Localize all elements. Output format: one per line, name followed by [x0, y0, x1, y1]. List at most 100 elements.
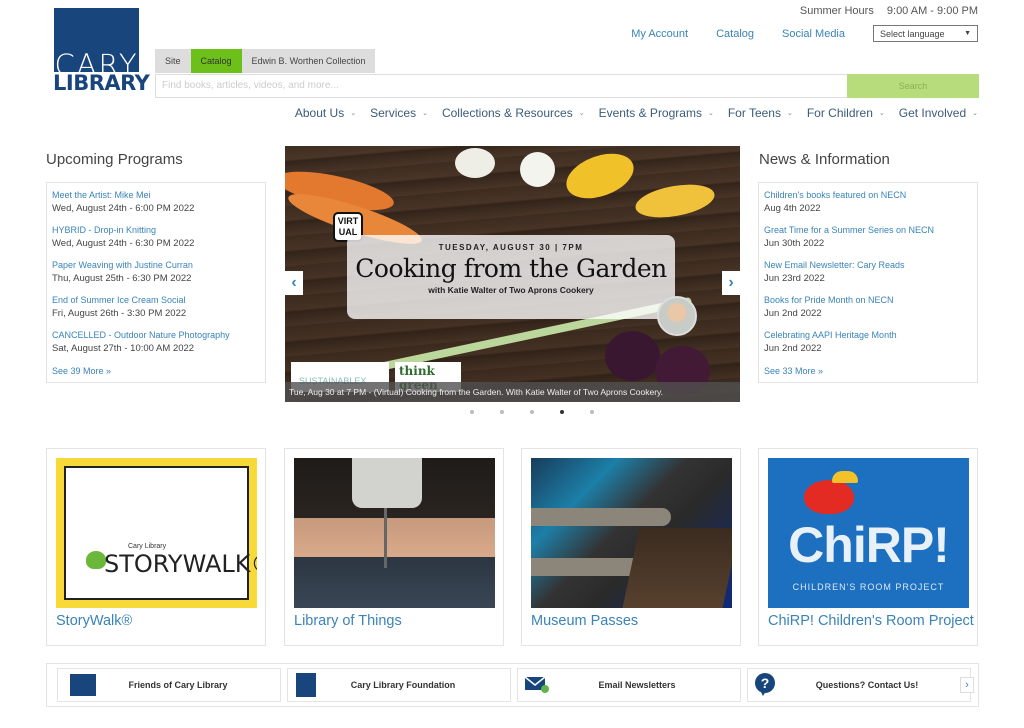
quick-link-contact[interactable]: ? Questions? Contact Us! — [747, 668, 971, 702]
chirp-logo-subtitle: CHILDREN'S ROOM PROJECT — [792, 582, 945, 592]
nav-label: For Teens — [727, 106, 781, 120]
chevron-down-icon: ⌄ — [578, 110, 585, 117]
museum-floor — [622, 528, 732, 608]
upcoming-programs-title: Upcoming Programs — [46, 151, 183, 168]
quick-link-friends[interactable]: Friends of Cary Library — [57, 668, 281, 702]
slide-next-button[interactable]: › — [722, 271, 740, 295]
see-more-news-link[interactable]: See 33 More » — [764, 364, 972, 382]
nav-label: For Children — [806, 106, 873, 120]
search-scope-tabs: Site Catalog Edwin B. Worthen Collection — [155, 49, 376, 73]
news-list: Children's books featured on NECN Aug 4th… — [758, 182, 978, 383]
my-account-link[interactable]: My Account — [631, 28, 688, 40]
nav-collections-resources[interactable]: Collections & Resources ⌄ — [442, 106, 585, 120]
sewing-machine-image — [294, 458, 495, 608]
onion-decoration — [455, 148, 495, 178]
chevron-down-icon: ⌄ — [422, 110, 428, 117]
news-date: Jun 30th 2022 — [764, 238, 825, 249]
catalog-link[interactable]: Catalog — [716, 28, 754, 40]
featured-slide[interactable]: VIRT UAL TUESDAY, AUGUST 30 | 7PM Cookin… — [285, 146, 740, 402]
card-title[interactable]: StoryWalk® — [56, 613, 132, 629]
needle-shape — [384, 508, 387, 568]
machine-shape — [352, 458, 422, 508]
list-item: End of Summer Ice Cream Social Fri, Augus… — [52, 294, 260, 321]
quick-link-foundation[interactable]: Cary Library Foundation — [287, 668, 511, 702]
tab-site[interactable]: Site — [155, 49, 191, 73]
nav-for-children[interactable]: For Children ⌄ — [807, 106, 885, 120]
museum-image — [531, 458, 732, 608]
storywalk-frame: Cary Library STORYWALK® — [64, 466, 257, 600]
news-date: Jun 2nd 2022 — [764, 308, 822, 319]
news-link[interactable]: Celebrating AAPI Heritage Month — [764, 329, 972, 342]
list-item: New Email Newsletter: Cary Reads Jun 23rd… — [764, 259, 972, 286]
quick-links-next-button[interactable]: › — [960, 677, 974, 693]
news-date: Jun 23rd 2022 — [764, 273, 825, 284]
slide-dot-1[interactable] — [470, 410, 474, 414]
card-museum-passes[interactable]: Museum Passes — [521, 448, 741, 646]
program-date: Wed, August 24th - 6:00 PM 2022 — [52, 203, 195, 214]
list-item: Celebrating AAPI Heritage Month Jun 2nd 2… — [764, 329, 972, 356]
friends-logo-icon — [70, 674, 96, 696]
nav-label: Get Involved — [898, 106, 967, 120]
mail-icon — [524, 673, 554, 697]
see-more-programs-link[interactable]: See 39 More » — [52, 364, 260, 382]
tab-catalog[interactable]: Catalog — [190, 49, 242, 73]
slide-prev-button[interactable]: ‹ — [285, 271, 303, 295]
search-button[interactable]: Search — [847, 74, 979, 98]
chevron-right-icon: › — [728, 274, 734, 291]
news-link[interactable]: New Email Newsletter: Cary Reads — [764, 259, 972, 272]
presenter-avatar — [657, 296, 697, 336]
program-link[interactable]: Meet the Artist: Mike Mei — [52, 189, 260, 202]
hours-label: Summer Hours — [799, 5, 874, 17]
nav-for-teens[interactable]: For Teens ⌄ — [728, 106, 793, 120]
language-select-value: Select language — [880, 28, 945, 39]
news-link[interactable]: Books for Pride Month on NECN — [764, 294, 972, 307]
news-date: Aug 4th 2022 — [764, 203, 821, 214]
card-storywalk[interactable]: Cary Library STORYWALK® StoryWalk® — [46, 448, 266, 646]
program-date: Thu, August 25th - 6:30 PM 2022 — [52, 273, 192, 284]
squash-decoration — [560, 146, 640, 207]
news-link[interactable]: Great Time for a Summer Series on NECN — [764, 224, 972, 237]
nav-about-us[interactable]: About Us ⌄ — [295, 106, 356, 120]
quick-links-carousel: Friends of Cary Library Cary Library Fou… — [46, 663, 979, 707]
hours-value: 9:00 AM - 9:00 PM — [886, 5, 978, 17]
program-link[interactable]: CANCELLED - Outdoor Nature Photography — [52, 329, 260, 342]
quick-link-newsletters[interactable]: Email Newsletters — [517, 668, 741, 702]
card-title[interactable]: ChiRP! Children's Room Project — [768, 613, 974, 629]
main-nav: About Us ⌄ Services ⌄ Collections & Resour… — [281, 106, 978, 120]
nav-label: Events & Programs — [598, 106, 702, 120]
program-link[interactable]: Paper Weaving with Justine Curran — [52, 259, 260, 272]
logo-text-library: LIBRARY — [53, 71, 150, 95]
slide-title-panel: TUESDAY, AUGUST 30 | 7PM Cooking from th… — [347, 235, 675, 319]
card-title[interactable]: Library of Things — [294, 613, 402, 629]
nav-events-programs[interactable]: Events & Programs ⌄ — [599, 106, 714, 120]
tab-worthen-collection[interactable]: Edwin B. Worthen Collection — [241, 49, 376, 73]
program-date: Sat, August 27th - 10:00 AM 2022 — [52, 343, 195, 354]
card-title[interactable]: Museum Passes — [531, 613, 638, 629]
social-media-link[interactable]: Social Media — [782, 28, 845, 40]
slide-dot-5[interactable] — [590, 410, 594, 414]
news-title: News & Information — [759, 151, 890, 168]
utility-nav: My Account Catalog Social Media Select l… — [631, 25, 978, 42]
upcoming-programs-list: Meet the Artist: Mike Mei Wed, August 24t… — [46, 182, 266, 383]
news-link[interactable]: Children's books featured on NECN — [764, 189, 972, 202]
nav-get-involved[interactable]: Get Involved ⌄ — [899, 106, 978, 120]
slide-dot-2[interactable] — [500, 410, 504, 414]
squash-decoration — [633, 179, 717, 223]
card-library-of-things[interactable]: Library of Things — [284, 448, 504, 646]
nav-label: Collections & Resources — [441, 106, 573, 120]
slide-dot-3[interactable] — [530, 410, 534, 414]
list-item: Books for Pride Month on NECN Jun 2nd 202… — [764, 294, 972, 321]
quick-link-label: Email Newsletters — [598, 680, 676, 690]
slide-title: Cooking from the Garden — [355, 254, 667, 283]
tree-icon — [86, 551, 106, 569]
quick-link-label: Friends of Cary Library — [128, 680, 228, 690]
program-link[interactable]: End of Summer Ice Cream Social — [52, 294, 260, 307]
chevron-right-icon: › — [965, 679, 969, 691]
language-select[interactable]: Select language ▼ — [873, 25, 978, 42]
nav-services[interactable]: Services ⌄ — [370, 106, 428, 120]
search-bar: Find books, articles, videos, and more..… — [155, 74, 979, 98]
search-input[interactable]: Find books, articles, videos, and more..… — [155, 74, 847, 98]
slide-dot-4[interactable] — [560, 410, 564, 414]
card-chirp[interactable]: ChiRP! CHILDREN'S ROOM PROJECT ChiRP! Ch… — [758, 448, 978, 646]
program-link[interactable]: HYBRID - Drop-in Knitting — [52, 224, 260, 237]
